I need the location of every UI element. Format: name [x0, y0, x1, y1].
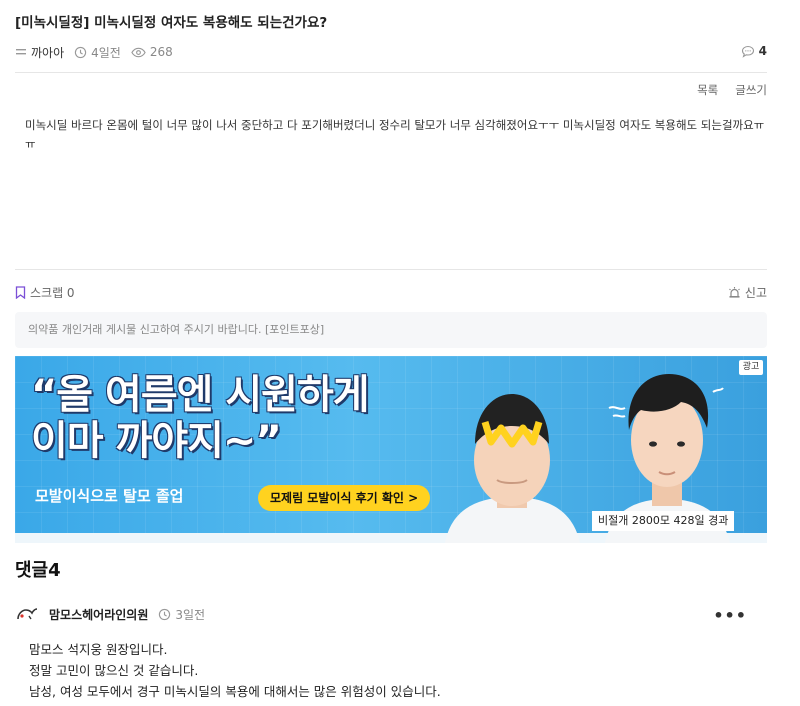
ad-caption: 비절개 2800모 428일 경과 — [592, 511, 735, 531]
comment-count-text: 4 — [758, 44, 767, 58]
post-actions: 목록 글쓰기 — [680, 82, 767, 98]
ad-headline-line-1: “올 여름엔 시원하게 — [31, 372, 370, 418]
post-body: 미녹시딜 바르다 온몸에 털이 너무 많이 나서 중단하고 다 포기해버렸더니 … — [25, 118, 765, 151]
report-label: 신고 — [744, 286, 767, 300]
author-name: 까아아 — [31, 45, 65, 60]
post-time: 4일전 — [74, 44, 121, 61]
comment-body: 맘모스 석지웅 원장입니다. 정말 고민이 많으신 것 같습니다. 남성, 여성… — [29, 639, 441, 702]
post-meta: 까아아 4일전 268 — [15, 44, 183, 60]
list-button[interactable]: 목록 — [697, 82, 718, 98]
comment-line: 남성, 여성 모두에서 경구 미녹시딜의 복용에 대해서는 많은 위험성이 있습… — [29, 684, 441, 699]
ad-headline: “올 여름엔 시원하게 이마 까야지~” — [31, 372, 370, 464]
menu-lines-icon — [16, 49, 26, 55]
siren-icon — [729, 287, 740, 298]
notice-banner: 의약품 개인거래 게시물 신고하여 주시기 바랍니다. [포인트포상] — [15, 312, 767, 348]
post-views-text: 268 — [149, 45, 173, 59]
comments-title: 댓글4 — [15, 560, 61, 581]
post-author[interactable]: 까아아 — [15, 44, 64, 61]
comment-author[interactable]: 맘모스헤어라인의원 — [49, 606, 148, 623]
write-button[interactable]: 글쓰기 — [735, 82, 767, 98]
post-views: 268 — [131, 45, 173, 59]
comment-time: 3일전 — [158, 606, 205, 623]
comment-line: 맘모스 석지웅 원장입니다. — [29, 642, 168, 657]
ad-headline-line-2: 이마 까야지~” — [31, 418, 282, 464]
bookmark-icon — [15, 286, 26, 299]
clinic-logo-icon — [17, 608, 38, 620]
post-title: [미녹시딜정] 미녹시딜정 여자도 복용해도 되는건가요? — [15, 15, 328, 31]
ad-cta-button[interactable]: 모제림 모발이식 후기 확인 > — [258, 485, 431, 511]
report-button[interactable]: 신고 — [728, 284, 767, 301]
comment-time-text: 3일전 — [175, 607, 206, 622]
clock-icon — [74, 46, 87, 58]
ad-subtitle: 모발이식으로 탈모 졸업 — [35, 487, 184, 505]
chat-bubble-icon — [741, 45, 754, 58]
more-dots-icon[interactable]: ••• — [713, 606, 747, 625]
scrap-label: 스크랩 0 — [30, 286, 75, 300]
comment-count[interactable]: 4 — [741, 44, 767, 58]
ad-badge: 광고 — [739, 360, 763, 375]
divider-top — [15, 72, 767, 73]
scrap-button[interactable]: 스크랩 0 — [15, 284, 75, 301]
comment-line: 정말 고민이 많으신 것 같습니다. — [29, 663, 199, 678]
ad-banner[interactable]: “올 여름엔 시원하게 이마 까야지~” 모발이식으로 탈모 졸업 모제림 모발… — [15, 356, 767, 543]
divider-body — [15, 269, 767, 270]
before-person-image — [445, 394, 580, 543]
eye-icon — [131, 47, 146, 57]
clock-icon — [159, 608, 171, 620]
post-time-text: 4일전 — [91, 45, 121, 60]
comment-header: 맘모스헤어라인의원 3일전 — [15, 604, 205, 624]
